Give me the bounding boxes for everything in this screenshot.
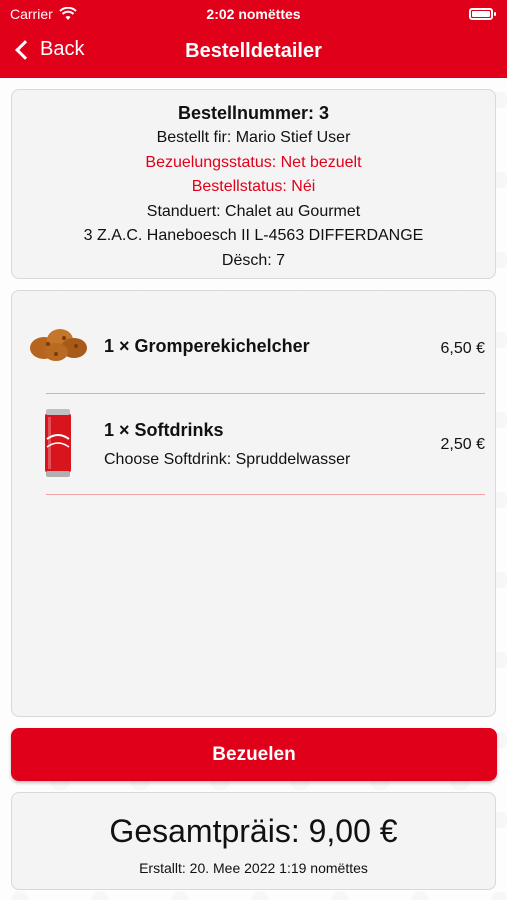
created-timestamp: Erstallt: 20. Mee 2022 1:19 nomëttes [139,860,368,876]
order-status: Bestellstatus: Néi [191,178,316,195]
nav-bar: Back Bestelldetailer [0,30,507,76]
location: Standuert: Chalet au Gourmet [146,202,361,220]
status-bar: Carrier 2:02 nomëttes [0,0,507,28]
item-name: 1 × Gromperekichelcher [104,336,310,356]
clock: 2:02 nomëttes [206,6,301,22]
address: 3 Z.A.C. Haneboesch II L-4563 DIFFERDANG… [83,227,424,244]
divider [46,494,485,495]
payment-status: Bezuelungsstatus: Net bezuelt [145,153,362,171]
battery-icon [469,8,496,20]
pay-button[interactable]: Bezuelen [11,728,497,781]
cola-can-image [45,409,71,477]
list-item[interactable]: 1 × Gromperekichelcher 6,50 € [12,316,495,386]
table-number: Dësch: 7 [221,251,286,269]
page-title: Bestelldetailer [185,40,322,62]
header: Carrier 2:02 nomëttes Back Bestelldetail… [0,0,507,78]
item-name: 1 × Softdrinks [104,420,224,440]
total-card: Gesamtpräis: 9,00 € Erstallt: 20. Mee 20… [11,792,496,890]
item-option: Choose Softdrink: Spruddelwasser [104,451,351,468]
list-item[interactable]: 1 × Softdrinks Choose Softdrink: Sprudde… [12,406,495,486]
item-price: 6,50 € [440,340,485,357]
order-info-card: Bestellnummer: 3 Bestellt fir: Mario Sti… [11,89,496,279]
ordered-for: Bestellt fir: Mario Stief User [156,129,351,146]
divider [46,393,485,394]
order-number: Bestellnummer: 3 [177,103,330,123]
order-items-card: 1 × Gromperekichelcher 6,50 € 1 × Softdr… [11,290,496,717]
potato-fritters-image [30,329,87,361]
total-price: Gesamtpräis: 9,00 € [109,813,398,849]
item-price: 2,50 € [440,436,485,453]
